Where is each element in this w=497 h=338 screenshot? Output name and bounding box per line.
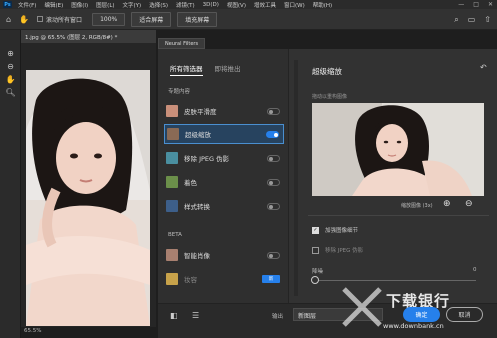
window-controls: — □ ✕ <box>458 0 493 9</box>
tab-all-filters[interactable]: 所有筛选器 <box>170 63 203 76</box>
menu-image[interactable]: 图像(I) <box>71 1 88 9</box>
layers-icon[interactable]: ☰ <box>192 311 199 320</box>
remove-jpeg-checkbox[interactable] <box>312 246 319 254</box>
portrait-image <box>26 70 150 326</box>
filter-skin-smoothing[interactable]: 皮肤平滑度 <box>164 101 284 121</box>
filter-label: 皮肤平滑度 <box>184 108 217 116</box>
option-remove-jpeg[interactable]: 移除 JPEG 伪影 <box>312 246 363 254</box>
filter-detail-title: 超级缩放 <box>312 67 342 76</box>
zoom-in-icon[interactable]: ⊕ <box>5 48 16 59</box>
toggle-jpeg-artifacts[interactable] <box>267 154 280 162</box>
preview-hint: 拖动以重构图像 <box>312 94 348 100</box>
filter-label: 着色 <box>184 179 197 187</box>
option-enhance-detail[interactable]: ✓ 加强图像细节 <box>312 226 358 234</box>
filter-makeup[interactable]: 妆容 新 <box>164 269 284 289</box>
filter-smart-portrait[interactable]: 智能肖像 <box>164 245 284 265</box>
menu-plugins[interactable]: 增效工具 <box>254 1 276 9</box>
noise-reduction-value: 0 <box>473 267 477 273</box>
toggle-skin-smoothing[interactable] <box>267 107 280 115</box>
option-label: 移除 JPEG 伪影 <box>325 248 364 254</box>
zoom-tool-icon[interactable]: 🔍︎ <box>5 87 16 98</box>
toggle-style-transfer[interactable] <box>267 202 280 210</box>
options-bar-right: ⌕ ▭ ⇧ <box>454 15 491 25</box>
menu-3d[interactable]: 3D(D) <box>203 2 219 8</box>
slider-knob[interactable] <box>311 276 319 284</box>
colorize-icon <box>166 176 178 188</box>
hand-tool-icon[interactable]: ✋ <box>19 15 29 24</box>
cancel-button[interactable]: 取消 <box>446 307 483 322</box>
toggle-smart-portrait[interactable] <box>267 251 280 259</box>
tab-coming-soon[interactable]: 即将推出 <box>215 63 241 76</box>
zoom-status: 65.5% <box>24 328 42 334</box>
jpeg-artifacts-icon <box>166 152 178 164</box>
fit-screen-button[interactable]: 适合屏幕 <box>131 11 172 27</box>
menu-type[interactable]: 文字(Y) <box>123 1 142 9</box>
filter-tabs: 所有筛选器 即将推出 <box>170 63 241 76</box>
panel-scrollbar[interactable] <box>294 60 298 296</box>
maximize-icon[interactable]: □ <box>473 1 479 8</box>
reset-icon[interactable]: ↶ <box>480 63 487 72</box>
section-featured: 专题内容 <box>168 89 191 95</box>
document-photo <box>26 70 150 326</box>
skin-smoothing-icon <box>166 105 178 117</box>
menu-help[interactable]: 帮助(H) <box>313 1 332 9</box>
options-bar: ⌂ ✋ 滚动所有窗口 100% 适合屏幕 填充屏幕 ⌕ ▭ ⇧ <box>0 9 497 30</box>
neural-filters-tab[interactable]: Neural Filters <box>158 38 206 49</box>
filter-style-transfer[interactable]: 样式转换 <box>164 196 284 216</box>
scroll-all-label: 滚动所有窗口 <box>46 16 83 24</box>
smart-portrait-icon <box>166 249 178 261</box>
enhance-detail-checkbox[interactable]: ✓ <box>312 226 319 234</box>
close-icon[interactable]: ✕ <box>488 1 493 8</box>
noise-reduction-label: 降噪 <box>312 269 324 275</box>
minimize-icon[interactable]: — <box>458 1 464 8</box>
super-zoom-icon <box>167 128 179 140</box>
menu-file[interactable]: 文件(F) <box>18 1 36 9</box>
zoom-100-button[interactable]: 100% <box>92 12 126 26</box>
option-label: 加强图像细节 <box>325 228 359 234</box>
filter-label: 智能肖像 <box>184 252 210 260</box>
divider <box>308 215 489 216</box>
fill-screen-button[interactable]: 填充屏幕 <box>177 11 218 27</box>
section-beta: BETA <box>168 232 182 238</box>
hand-icon[interactable]: ✋ <box>5 74 16 85</box>
ok-button[interactable]: 确定 <box>403 307 440 322</box>
preview-compare-icon[interactable]: ◧ <box>170 311 178 320</box>
zoom-out-icon[interactable]: ⊖ <box>5 61 16 72</box>
zoom-scale-label: 缩放图像 (3x) <box>401 203 433 209</box>
menu-layer[interactable]: 图层(L) <box>96 1 114 9</box>
style-transfer-icon <box>166 200 178 212</box>
filter-label: 妆容 <box>184 276 197 284</box>
filter-label: 超级缩放 <box>185 131 211 139</box>
scroll-all-checkbox[interactable] <box>37 16 44 22</box>
tools-panel: ⊕ ⊖ ✋ 🔍︎ <box>0 30 21 338</box>
search-icon[interactable]: ⌕ <box>454 15 458 25</box>
menu-bar: Ps 文件(F) 编辑(E) 图像(I) 图层(L) 文字(Y) 选择(S) 滤… <box>0 0 497 9</box>
menu-filter[interactable]: 滤镜(T) <box>176 1 195 9</box>
toggle-super-zoom[interactable] <box>266 130 279 138</box>
photoshop-logo: Ps <box>3 1 12 8</box>
workspace-icon[interactable]: ▭ <box>468 15 476 25</box>
menu-edit[interactable]: 编辑(E) <box>44 1 63 9</box>
home-icon[interactable]: ⌂ <box>6 15 11 24</box>
preview-image <box>312 103 484 196</box>
new-badge: 新 <box>262 275 280 283</box>
zoom-out-icon[interactable]: ⊖ <box>465 199 473 209</box>
filter-label: 样式转换 <box>184 203 210 211</box>
share-icon[interactable]: ⇧ <box>484 15 491 25</box>
filter-colorize[interactable]: 着色 <box>164 172 284 192</box>
filter-label: 移除 JPEG 伪影 <box>184 155 230 163</box>
makeup-icon <box>166 273 178 285</box>
menu-window[interactable]: 窗口(W) <box>284 1 305 9</box>
zoom-preview[interactable] <box>312 103 484 196</box>
menu-view[interactable]: 视图(V) <box>227 1 246 9</box>
filter-super-zoom[interactable]: 超级缩放 <box>164 124 284 144</box>
watermark-url: www.downbank.cn <box>383 322 444 330</box>
output-label: 输出 <box>272 314 284 320</box>
menu-select[interactable]: 选择(S) <box>149 1 168 9</box>
document-tab[interactable]: 1.jpg @ 65.5% (图层 2, RGB/8#) * <box>21 30 156 43</box>
zoom-in-icon[interactable]: ⊕ <box>443 199 451 209</box>
filter-jpeg-artifacts[interactable]: 移除 JPEG 伪影 <box>164 148 284 168</box>
toggle-colorize[interactable] <box>267 178 280 186</box>
